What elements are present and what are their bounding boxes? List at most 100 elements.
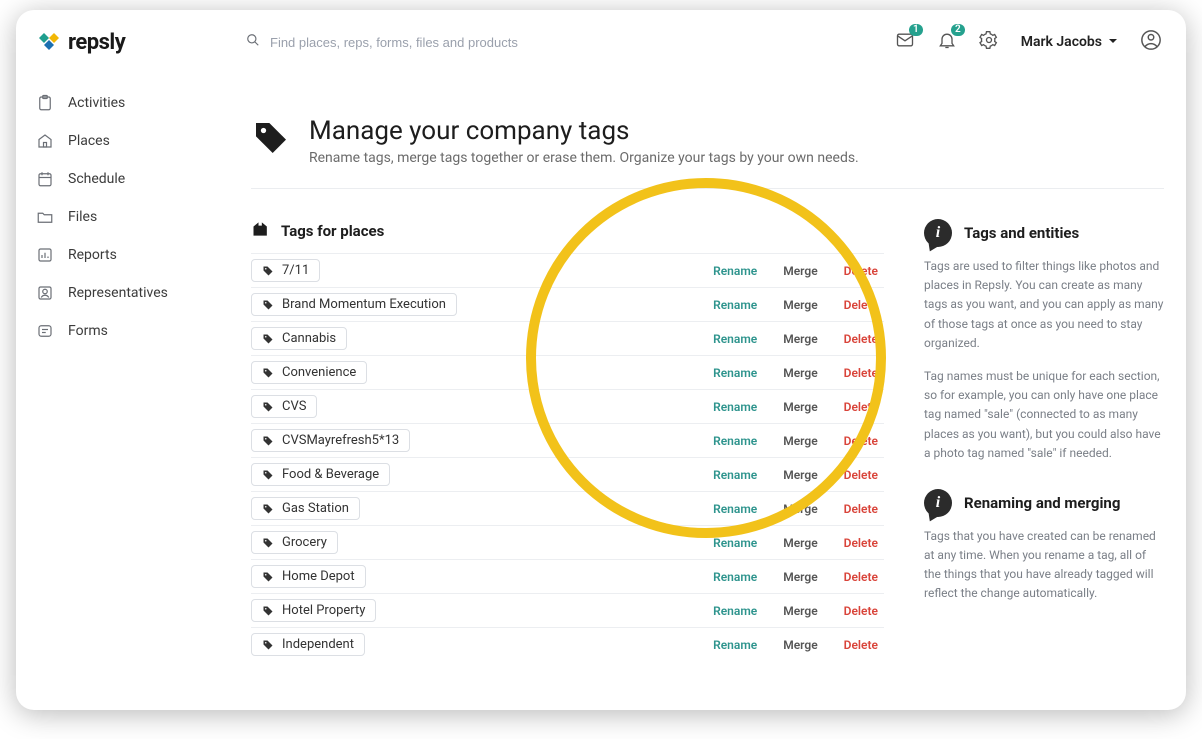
delete-button[interactable]: Delete (844, 638, 878, 652)
tag-row: Brand Momentum Execution Rename Merge Delet… (251, 287, 884, 321)
merge-button[interactable]: Merge (783, 502, 817, 516)
tag-chip[interactable]: Cannabis (251, 327, 347, 350)
sidebar: Activities Places Schedule Files Reports… (36, 94, 226, 340)
tag-name: Brand Momentum Execution (282, 297, 446, 312)
tag-chip[interactable]: Grocery (251, 531, 338, 554)
tag-row: Independent Rename Merge Delete (251, 627, 884, 661)
rename-button[interactable]: Rename (713, 298, 757, 312)
sidebar-item-files[interactable]: Files (36, 208, 226, 226)
merge-button[interactable]: Merge (783, 332, 817, 346)
rename-button[interactable]: Rename (713, 468, 757, 482)
tag-name: Food & Beverage (282, 467, 379, 482)
merge-button[interactable]: Merge (783, 434, 817, 448)
merge-button[interactable]: Merge (783, 570, 817, 584)
delete-button[interactable]: Delete (844, 604, 878, 618)
info-title-2: Renaming and merging (964, 494, 1120, 512)
sidebar-item-label: Places (68, 133, 110, 149)
rename-button[interactable]: Rename (713, 366, 757, 380)
inbox-button[interactable]: 1 (895, 30, 915, 54)
sidebar-item-representatives[interactable]: Representatives (36, 284, 226, 302)
sidebar-item-forms[interactable]: Forms (36, 322, 226, 340)
tag-icon (262, 265, 274, 277)
merge-button[interactable]: Merge (783, 468, 817, 482)
delete-button[interactable]: Delete (844, 332, 878, 346)
delete-button[interactable]: Delete (844, 468, 878, 482)
merge-button[interactable]: Merge (783, 604, 817, 618)
rename-button[interactable]: Rename (713, 264, 757, 278)
section-title: Tags for places (281, 222, 384, 240)
tag-row: Cannabis Rename Merge Delete (251, 321, 884, 355)
delete-button[interactable]: Delete (844, 366, 878, 380)
tag-chip[interactable]: 7/11 (251, 259, 320, 282)
sidebar-item-places[interactable]: Places (36, 132, 226, 150)
chevron-down-icon (1108, 34, 1118, 50)
notifications-button[interactable]: 2 (937, 30, 957, 54)
user-name: Mark Jacobs (1021, 34, 1102, 50)
tag-chip[interactable]: CVS (251, 395, 317, 418)
rename-button[interactable]: Rename (713, 434, 757, 448)
sidebar-item-label: Reports (68, 247, 117, 263)
merge-button[interactable]: Merge (783, 264, 817, 278)
tag-row: 7/11 Rename Merge Delete (251, 253, 884, 287)
sidebar-item-schedule[interactable]: Schedule (36, 170, 226, 188)
tag-icon (262, 367, 274, 379)
merge-button[interactable]: Merge (783, 400, 817, 414)
sidebar-item-label: Schedule (68, 171, 125, 187)
notifications-badge: 2 (951, 24, 965, 36)
tag-chip[interactable]: CVSMayrefresh5*13 (251, 429, 410, 452)
tag-chip[interactable]: Home Depot (251, 565, 366, 588)
delete-button[interactable]: Delete (844, 264, 878, 278)
tag-chip[interactable]: Brand Momentum Execution (251, 293, 457, 316)
tag-name: 7/11 (282, 263, 309, 278)
rename-button[interactable]: Rename (713, 502, 757, 516)
delete-button[interactable]: Delete (844, 298, 878, 312)
tag-name: Convenience (282, 365, 356, 380)
tag-row: Hotel Property Rename Merge Delete (251, 593, 884, 627)
delete-button[interactable]: Delete (844, 570, 878, 584)
sidebar-item-label: Forms (68, 323, 108, 339)
global-search[interactable] (246, 33, 895, 51)
tag-icon (262, 639, 274, 651)
tag-chip[interactable]: Independent (251, 633, 365, 656)
tag-chip[interactable]: Food & Beverage (251, 463, 390, 486)
info-paragraph: Tags that you have created can be rename… (924, 527, 1164, 604)
tag-icon (262, 503, 274, 515)
search-input[interactable] (270, 35, 590, 50)
merge-button[interactable]: Merge (783, 536, 817, 550)
user-menu[interactable]: Mark Jacobs (1021, 34, 1118, 50)
tag-row: CVSMayrefresh5*13 Rename Merge Delete (251, 423, 884, 457)
tag-chip[interactable]: Gas Station (251, 497, 360, 520)
rename-button[interactable]: Rename (713, 570, 757, 584)
delete-button[interactable]: Delete (844, 502, 878, 516)
tag-name: Cannabis (282, 331, 336, 346)
sidebar-item-activities[interactable]: Activities (36, 94, 226, 112)
delete-button[interactable]: Delete (844, 536, 878, 550)
brand-logo[interactable]: repsly (36, 30, 236, 55)
rename-button[interactable]: Rename (713, 332, 757, 346)
tag-chip[interactable]: Convenience (251, 361, 367, 384)
account-avatar[interactable] (1140, 29, 1162, 55)
merge-button[interactable]: Merge (783, 638, 817, 652)
sidebar-item-label: Files (68, 209, 97, 225)
tag-name: Hotel Property (282, 603, 365, 618)
sidebar-item-label: Representatives (68, 285, 168, 301)
tag-name: Grocery (282, 535, 327, 550)
delete-button[interactable]: Delete (844, 434, 878, 448)
merge-button[interactable]: Merge (783, 298, 817, 312)
sidebar-item-reports[interactable]: Reports (36, 246, 226, 264)
rename-button[interactable]: Rename (713, 638, 757, 652)
delete-button[interactable]: Delete (844, 400, 878, 414)
page-title: Manage your company tags (309, 118, 859, 146)
settings-button[interactable] (979, 30, 999, 54)
rename-button[interactable]: Rename (713, 536, 757, 550)
tag-row: Convenience Rename Merge Delete (251, 355, 884, 389)
info-icon (924, 489, 952, 517)
merge-button[interactable]: Merge (783, 366, 817, 380)
rename-button[interactable]: Rename (713, 400, 757, 414)
rename-button[interactable]: Rename (713, 604, 757, 618)
tag-icon (262, 605, 274, 617)
search-icon (246, 33, 260, 51)
brand-name: repsly (68, 30, 125, 55)
tag-chip[interactable]: Hotel Property (251, 599, 376, 622)
tag-name: Independent (282, 637, 354, 652)
